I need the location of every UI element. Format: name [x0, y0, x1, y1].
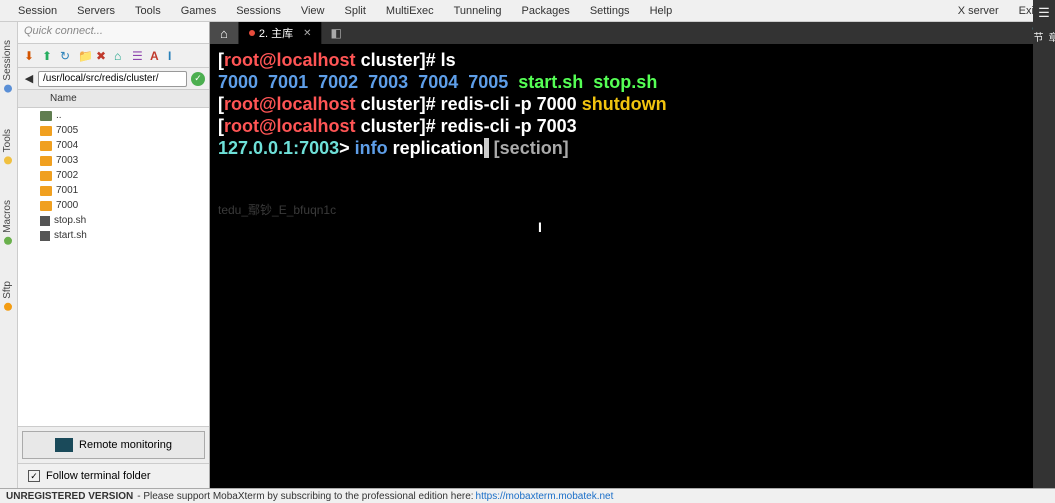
vtab-sftp[interactable]: Sftp [0, 263, 17, 329]
status-version: UNREGISTERED VERSION [6, 491, 133, 502]
path-confirm-icon[interactable]: ✓ [191, 72, 205, 86]
tab-close-icon[interactable]: ✕ [303, 28, 311, 39]
home-icon[interactable]: ⌂ [114, 50, 126, 62]
far-right-bar: ☰ 章节 [1033, 0, 1055, 503]
folder-up-icon [40, 111, 52, 121]
vtab-macros[interactable]: Macros [0, 182, 17, 263]
newfolder-icon[interactable]: 📁 [78, 50, 90, 62]
menu-packages[interactable]: Packages [512, 3, 580, 19]
menu-settings[interactable]: Settings [580, 3, 640, 19]
file-item-folder[interactable]: 7001 [18, 183, 209, 198]
vtab-sessions[interactable]: Sessions [0, 22, 17, 111]
menu-tools[interactable]: Tools [125, 3, 171, 19]
file-item-up[interactable]: .. [18, 108, 209, 123]
tabs-bar: ⌂ 2. 主库 ✕ ◧ 📎 [210, 22, 1055, 44]
file-item-folder[interactable]: 7002 [18, 168, 209, 183]
tab-title: 2. 主库 [259, 25, 293, 41]
view-icon[interactable]: ☰ [132, 50, 144, 62]
folder-icon [40, 201, 52, 211]
download-icon[interactable]: ⬇ [24, 50, 36, 62]
file-list-header: Name [18, 90, 209, 108]
folder-icon [40, 141, 52, 151]
menu-help[interactable]: Help [640, 3, 683, 19]
chapter-label[interactable]: 章节 [1035, 32, 1053, 50]
home-icon: ⌂ [220, 26, 228, 41]
quick-connect-input[interactable]: Quick connect... [18, 22, 209, 44]
menu-multiexec[interactable]: MultiExec [376, 3, 444, 19]
terminal-output[interactable]: [root@localhost cluster]# ls 7000 7001 7… [210, 44, 1055, 488]
folder-icon [40, 126, 52, 136]
sftp-dot-icon [4, 303, 12, 311]
delete-icon[interactable]: ✖ [96, 50, 108, 62]
sftp-toolbar: ⬇ ⬆ ↻ 📁 ✖ ⌂ ☰ A I [18, 44, 209, 68]
left-panel: Sessions Tools Macros Sftp Quick connect… [0, 22, 210, 488]
text-cursor-icon: I [538, 219, 542, 235]
statusbar: UNREGISTERED VERSION - Please support Mo… [0, 488, 1055, 503]
file-item-folder[interactable]: 7000 [18, 198, 209, 213]
info-icon[interactable]: I [168, 50, 180, 62]
file-item-folder[interactable]: 7003 [18, 153, 209, 168]
menu-servers[interactable]: Servers [67, 3, 125, 19]
tab-status-icon [249, 30, 255, 36]
menu-games[interactable]: Games [171, 3, 226, 19]
list-icon[interactable]: ☰ [1035, 4, 1053, 22]
sessions-dot-icon [4, 85, 12, 93]
file-list: .. 7005 7004 7003 7002 7001 7000 stop.sh… [18, 108, 209, 426]
vertical-tabs: Sessions Tools Macros Sftp [0, 22, 18, 488]
path-input[interactable] [38, 71, 187, 87]
folder-icon [40, 171, 52, 181]
sidebar-bottom: Remote monitoring ✓ Follow terminal fold… [18, 426, 209, 488]
follow-terminal-label: Follow terminal folder [46, 470, 151, 482]
refresh-icon[interactable]: ↻ [60, 50, 72, 62]
tools-dot-icon [4, 156, 12, 164]
remote-monitoring-button[interactable]: Remote monitoring [22, 431, 205, 459]
monitor-icon [55, 438, 73, 452]
path-bar: ◀ ✓ [18, 68, 209, 90]
remote-monitoring-label: Remote monitoring [79, 439, 172, 451]
status-link[interactable]: https://mobaxterm.mobatek.net [476, 491, 614, 502]
menu-session[interactable]: Session [8, 3, 67, 19]
upload-icon[interactable]: ⬆ [42, 50, 54, 62]
main-area: Sessions Tools Macros Sftp Quick connect… [0, 22, 1055, 488]
menubar: Session Servers Tools Games Sessions Vie… [0, 0, 1055, 22]
back-arrow-icon[interactable]: ◀ [22, 72, 36, 85]
follow-checkbox[interactable]: ✓ [28, 470, 40, 482]
file-icon [40, 231, 50, 241]
vtab-tools[interactable]: Tools [0, 111, 17, 182]
status-text: - Please support MobaXterm by subscribin… [137, 491, 473, 502]
sidebar-content: Quick connect... ⬇ ⬆ ↻ 📁 ✖ ⌂ ☰ A I ◀ ✓ [18, 22, 209, 488]
menu-view[interactable]: View [291, 3, 335, 19]
file-item-folder[interactable]: 7005 [18, 123, 209, 138]
file-icon [40, 216, 50, 226]
tab-main[interactable]: 2. 主库 ✕ [239, 22, 323, 44]
text-icon[interactable]: A [150, 50, 162, 62]
folder-icon [40, 156, 52, 166]
follow-terminal-row[interactable]: ✓ Follow terminal folder [18, 463, 209, 488]
file-item-file[interactable]: stop.sh [18, 213, 209, 228]
file-item-file[interactable]: start.sh [18, 228, 209, 243]
menu-sessions[interactable]: Sessions [226, 3, 291, 19]
tab-home[interactable]: ⌂ [210, 22, 239, 44]
menu-tunneling[interactable]: Tunneling [444, 3, 512, 19]
file-item-folder[interactable]: 7004 [18, 138, 209, 153]
menu-split[interactable]: Split [335, 3, 376, 19]
col-name[interactable]: Name [44, 93, 83, 104]
menu-xserver[interactable]: X server [948, 3, 1009, 19]
macros-dot-icon [4, 237, 12, 245]
folder-icon [40, 186, 52, 196]
terminal-panel: ⌂ 2. 主库 ✕ ◧ 📎 [root@localhost cluster]# … [210, 22, 1055, 488]
tab-add-button[interactable]: ◧ [322, 26, 349, 40]
